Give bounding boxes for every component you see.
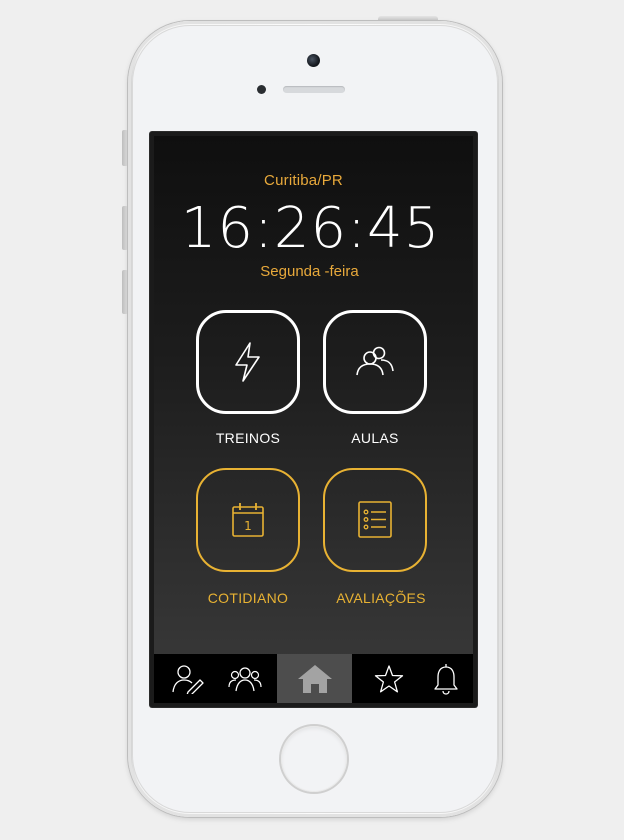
city-label: Curitiba/PR: [264, 172, 343, 189]
cotidiano-label: COTIDIANO: [207, 590, 289, 606]
tab-favorites[interactable]: [364, 654, 414, 703]
bell-icon: [434, 663, 458, 695]
tab-groups[interactable]: [220, 654, 270, 703]
lightning-icon: [235, 342, 260, 382]
treinos-label: TREINOS: [215, 430, 281, 446]
calendar-icon: 1: [232, 503, 264, 537]
weekday-label: Segunda -feira: [260, 263, 359, 280]
front-camera: [307, 54, 320, 67]
group-icon: [356, 346, 394, 376]
bottom-tab-bar: [154, 654, 473, 703]
calendar-day: 1: [244, 519, 252, 533]
tab-profile[interactable]: [164, 654, 212, 703]
avaliacoes-label: AVALIAÇÕES: [336, 590, 426, 606]
device-home-button[interactable]: [281, 726, 347, 792]
proximity-sensor: [257, 85, 266, 94]
earpiece-speaker: [283, 86, 345, 93]
stage: Curitiba/PR 16:26:45 Segunda -feira TREI…: [0, 0, 624, 840]
clock-time: 16:26:45: [180, 196, 441, 261]
aulas-button[interactable]: [323, 310, 427, 414]
phone-screen: Curitiba/PR 16:26:45 Segunda -feira TREI…: [150, 132, 477, 707]
aulas-label: AULAS: [351, 430, 399, 446]
treinos-button[interactable]: [196, 310, 300, 414]
checklist-icon: [358, 501, 392, 538]
app-view: Curitiba/PR 16:26:45 Segunda -feira TREI…: [154, 136, 473, 703]
tab-notifications[interactable]: [421, 654, 471, 703]
star-icon: [374, 664, 404, 692]
group-icon: [228, 666, 262, 691]
home-icon: [297, 664, 332, 693]
avaliacoes-button[interactable]: [323, 468, 427, 572]
profile-edit-icon: [172, 664, 204, 694]
tab-home[interactable]: [277, 654, 352, 703]
cotidiano-button[interactable]: 1: [196, 468, 300, 572]
